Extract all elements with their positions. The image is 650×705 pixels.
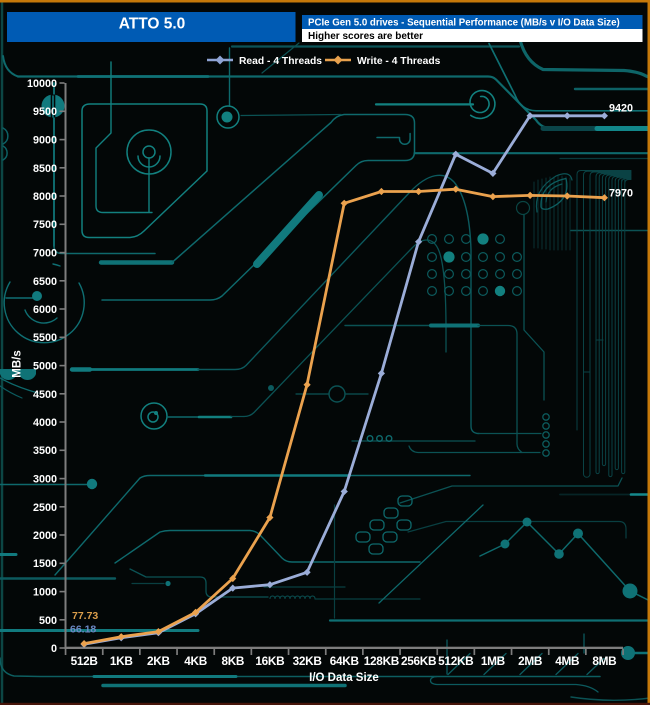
svg-text:32KB: 32KB	[293, 654, 322, 668]
svg-text:2500: 2500	[33, 502, 57, 514]
svg-text:Read - 4 Threads: Read - 4 Threads	[239, 56, 322, 67]
svg-text:4KB: 4KB	[184, 654, 207, 668]
svg-text:16KB: 16KB	[255, 654, 284, 668]
svg-text:Higher scores are better: Higher scores are better	[308, 31, 423, 42]
svg-text:8MB: 8MB	[592, 654, 616, 668]
svg-text:0: 0	[51, 643, 57, 655]
svg-text:7500: 7500	[33, 219, 57, 231]
svg-text:10000: 10000	[27, 78, 57, 90]
svg-text:1KB: 1KB	[110, 654, 133, 668]
svg-text:ATTO 5.0: ATTO 5.0	[119, 16, 186, 33]
svg-text:6000: 6000	[33, 304, 57, 316]
svg-text:1500: 1500	[33, 558, 57, 570]
svg-text:8500: 8500	[33, 163, 57, 175]
svg-text:7000: 7000	[33, 248, 57, 260]
svg-text:2KB: 2KB	[147, 654, 170, 668]
svg-text:2000: 2000	[33, 530, 57, 542]
svg-text:MB/s: MB/s	[12, 350, 24, 377]
svg-text:1000: 1000	[33, 587, 57, 599]
svg-text:66.18: 66.18	[70, 624, 96, 636]
svg-text:512KB: 512KB	[438, 654, 473, 668]
svg-text:I/O Data Size: I/O Data Size	[309, 672, 379, 684]
svg-text:5000: 5000	[33, 361, 57, 373]
svg-text:256KB: 256KB	[401, 654, 436, 668]
svg-text:500: 500	[39, 615, 57, 627]
svg-text:2MB: 2MB	[518, 654, 542, 668]
svg-text:7970: 7970	[609, 188, 633, 200]
svg-text:Write - 4 Threads: Write - 4 Threads	[357, 56, 441, 67]
svg-text:4500: 4500	[33, 389, 57, 401]
svg-text:128KB: 128KB	[364, 654, 399, 668]
svg-text:8000: 8000	[33, 191, 57, 203]
svg-text:PCIe Gen 5.0 drives - Sequenti: PCIe Gen 5.0 drives - Sequential Perform…	[308, 18, 620, 29]
svg-text:4000: 4000	[33, 417, 57, 429]
svg-text:512B: 512B	[71, 654, 98, 668]
svg-text:3000: 3000	[33, 474, 57, 486]
svg-text:8KB: 8KB	[221, 654, 244, 668]
svg-text:77.73: 77.73	[72, 610, 98, 622]
svg-text:3500: 3500	[33, 445, 57, 457]
svg-text:5500: 5500	[33, 332, 57, 344]
svg-text:64KB: 64KB	[330, 654, 359, 668]
svg-text:4MB: 4MB	[555, 654, 579, 668]
svg-text:9500: 9500	[33, 106, 57, 118]
svg-text:9420: 9420	[609, 103, 633, 115]
svg-text:1MB: 1MB	[481, 654, 505, 668]
svg-text:9000: 9000	[33, 135, 57, 147]
svg-text:6500: 6500	[33, 276, 57, 288]
